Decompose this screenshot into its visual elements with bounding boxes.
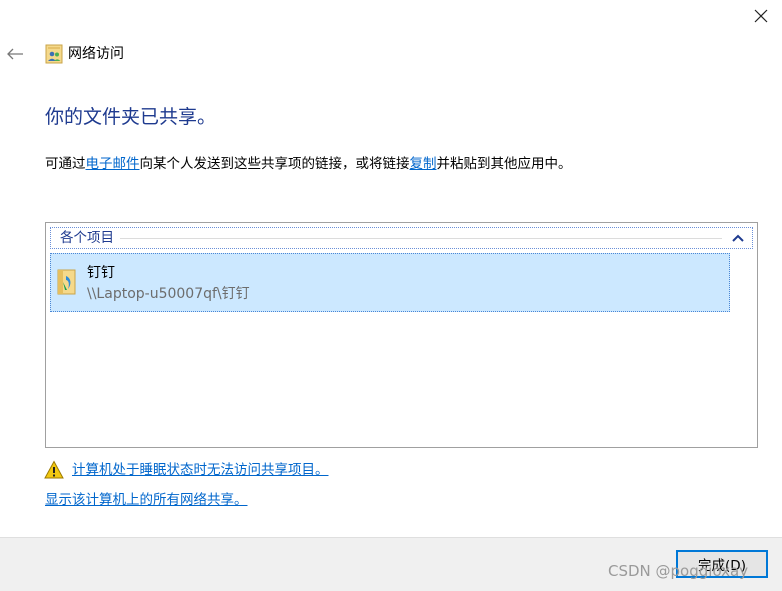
item-name: 钉钉 <box>87 265 115 281</box>
group-label: 各个项目 <box>60 230 114 246</box>
window-title: 网络访问 <box>68 46 124 62</box>
show-all-shares-link[interactable]: 显示该计算机上的所有网络共享。 <box>45 490 248 510</box>
back-button[interactable] <box>2 42 28 66</box>
desc-text-3: 并粘贴到其他应用中。 <box>436 156 572 172</box>
desc-text-2: 向某个人发送到这些共享项的链接，或将链接 <box>139 156 410 172</box>
share-description: 可通过电子邮件向某个人发送到这些共享项的链接，或将链接复制并粘贴到其他应用中。 <box>45 154 572 174</box>
item-path: \\Laptop-u50007qf\钉钉 <box>87 286 250 302</box>
sleep-warning-link[interactable]: 计算机处于睡眠状态时无法访问共享项目。 <box>72 460 329 480</box>
shared-items-list[interactable]: 各个项目 钉钉 \\Laptop-u50007qf\钉钉 <box>45 222 758 448</box>
desc-text-1: 可通过 <box>45 156 86 172</box>
shared-folder-icon <box>57 269 76 295</box>
back-arrow-icon[interactable] <box>6 47 24 61</box>
network-share-icon <box>45 44 63 64</box>
page-title: 你的文件夹已共享。 <box>45 106 217 128</box>
group-divider <box>120 237 722 239</box>
list-item[interactable]: 钉钉 \\Laptop-u50007qf\钉钉 <box>50 253 730 312</box>
close-icon[interactable] <box>754 9 768 23</box>
watermark: CSDN @poggioxay <box>608 562 749 580</box>
chevron-up-icon[interactable] <box>732 234 744 242</box>
group-collapse-button[interactable] <box>730 230 746 246</box>
close-button[interactable] <box>740 0 782 32</box>
group-header[interactable]: 各个项目 <box>50 227 753 249</box>
background-strip <box>0 586 782 591</box>
warning-icon <box>44 460 64 479</box>
email-link[interactable]: 电子邮件 <box>86 156 140 172</box>
network-access-dialog: 网络访问 你的文件夹已共享。 可通过电子邮件向某个人发送到这些共享项的链接，或将… <box>0 0 782 591</box>
copy-link[interactable]: 复制 <box>410 156 437 172</box>
